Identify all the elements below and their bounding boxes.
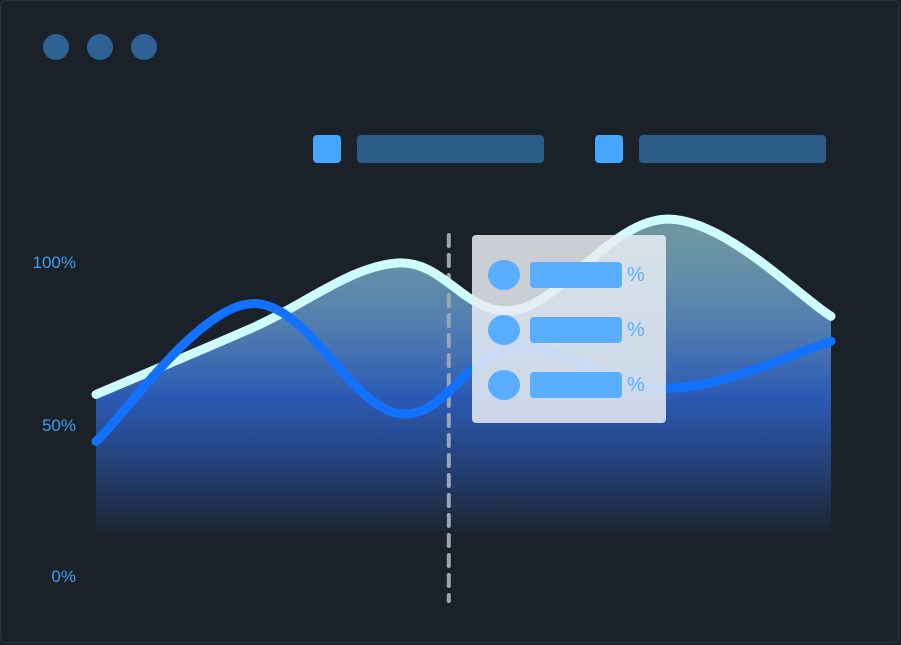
chart-window: 100% 50% 0% % % %: [0, 0, 899, 643]
chart-tooltip: % % %: [472, 235, 666, 423]
tooltip-value-placeholder: [530, 317, 622, 343]
tooltip-value-placeholder: [530, 372, 622, 398]
tooltip-series-dot: [488, 315, 520, 345]
chart-plot: [91, 214, 836, 603]
tooltip-percent: %: [627, 374, 645, 396]
tooltip-series-dot: [488, 370, 520, 400]
tooltip-series-dot: [488, 260, 520, 290]
tooltip-percent: %: [627, 319, 645, 341]
tooltip-value-placeholder: [530, 262, 622, 288]
tooltip-percent: %: [627, 264, 645, 286]
